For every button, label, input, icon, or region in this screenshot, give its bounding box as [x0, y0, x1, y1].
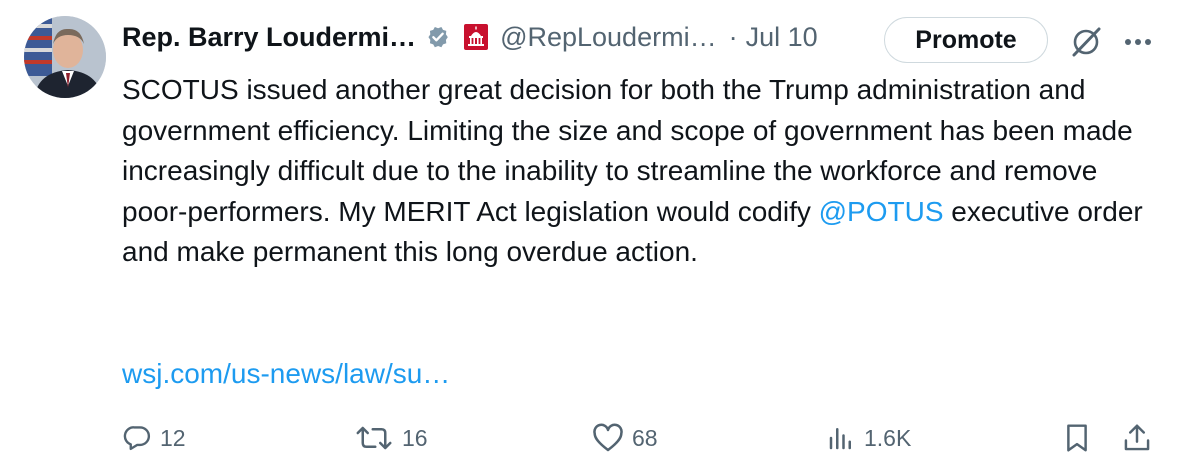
tweet-text: SCOTUS issued another great decision for…	[122, 70, 1152, 273]
avatar-image	[24, 16, 106, 98]
share-button[interactable]	[1122, 418, 1152, 458]
repost-button[interactable]: 16	[354, 418, 428, 458]
promote-button[interactable]: Promote	[884, 17, 1048, 63]
reply-count: 12	[160, 424, 186, 451]
like-icon	[592, 423, 624, 453]
like-button[interactable]: 68	[592, 418, 658, 458]
government-badge-icon	[464, 24, 489, 50]
bookmark-icon	[1062, 422, 1092, 454]
author-name[interactable]: Rep. Barry Loudermi…	[122, 22, 416, 53]
repost-icon	[354, 423, 394, 453]
tweet-header: Rep. Barry Loudermi… @RepLoudermi… · Jul…	[122, 14, 818, 60]
reply-icon	[122, 423, 152, 453]
author-handle[interactable]: @RepLoudermi…	[500, 22, 717, 53]
views-icon	[826, 423, 856, 453]
tweet-date[interactable]: Jul 10	[746, 22, 818, 53]
date-separator: ·	[728, 21, 738, 52]
grok-icon[interactable]	[1068, 24, 1104, 60]
bookmark-button[interactable]	[1062, 418, 1092, 458]
mention-link[interactable]: @POTUS	[819, 196, 944, 227]
views-count: 1.6K	[864, 424, 912, 451]
views-button[interactable]: 1.6K	[826, 418, 911, 458]
action-bar: 12 16 68 1.6K	[0, 418, 1182, 458]
like-count: 68	[632, 424, 658, 451]
article-link[interactable]: wsj.com/us-news/law/su…	[122, 354, 450, 394]
share-icon	[1122, 422, 1152, 454]
reply-button[interactable]: 12	[122, 418, 186, 458]
repost-count: 16	[402, 424, 428, 451]
verified-badge-icon	[424, 23, 452, 51]
more-icon[interactable]	[1120, 30, 1156, 54]
avatar[interactable]	[24, 16, 106, 98]
